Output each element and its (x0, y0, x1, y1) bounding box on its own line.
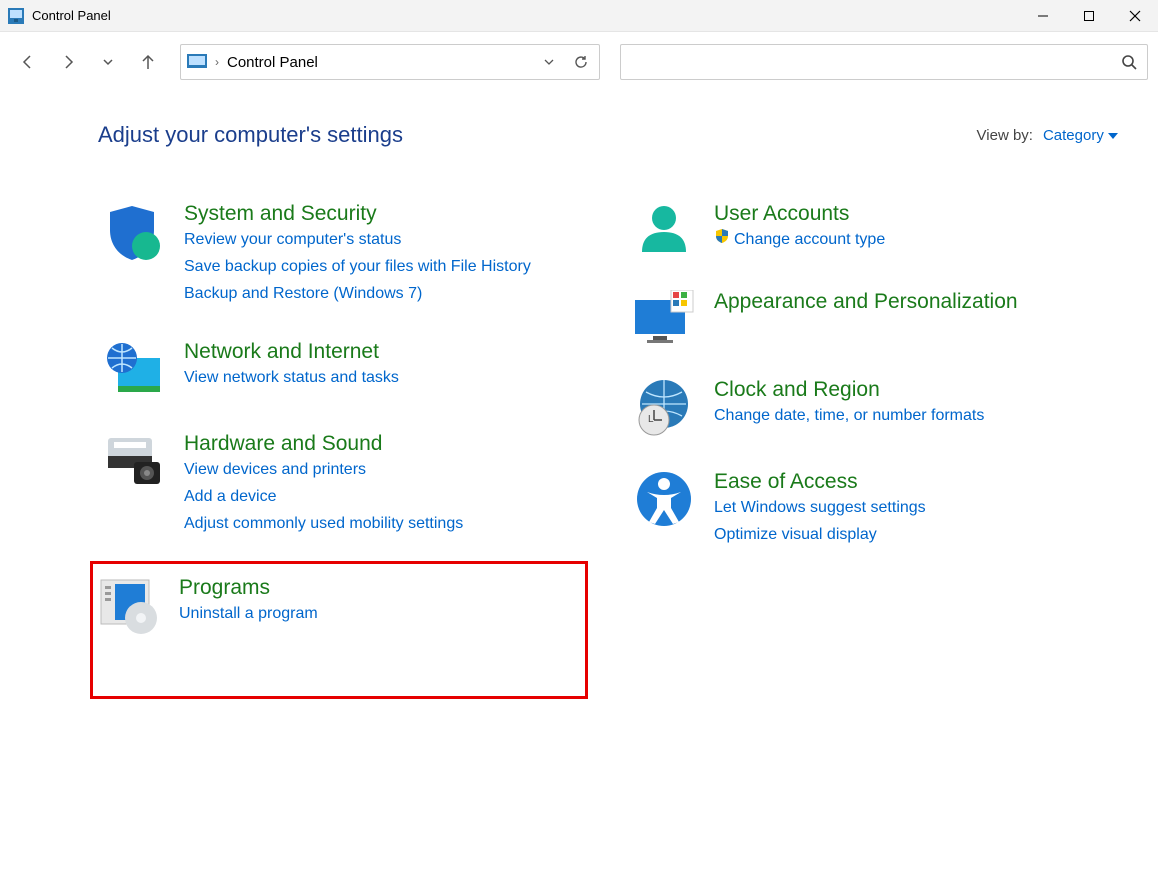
category-programs: Programs Uninstall a program (90, 561, 588, 699)
category-title-programs[interactable]: Programs (179, 576, 270, 599)
forward-button[interactable] (50, 44, 86, 80)
page-heading: Adjust your computer's settings (98, 122, 403, 148)
category-title-user-accounts[interactable]: User Accounts (714, 202, 849, 225)
category-title-ease-of-access[interactable]: Ease of Access (714, 470, 858, 493)
right-column: User Accounts Change account type (628, 198, 1118, 723)
category-ease-of-access: Ease of Access Let Windows suggest setti… (628, 466, 1118, 552)
link-review-status[interactable]: Review your computer's status (184, 226, 584, 253)
breadcrumb-separator-icon: › (215, 55, 219, 69)
category-appearance: Appearance and Personalization (628, 286, 1118, 350)
category-system-security: System and Security Review your computer… (98, 198, 588, 312)
category-title-network[interactable]: Network and Internet (184, 340, 379, 363)
view-by-control[interactable]: View by: Category (977, 127, 1118, 144)
link-date-time-formats[interactable]: Change date, time, or number formats (714, 402, 1114, 429)
up-button[interactable] (130, 44, 166, 80)
printer-camera-icon (102, 432, 166, 538)
link-mobility-settings[interactable]: Adjust commonly used mobility settings (184, 510, 584, 537)
address-dropdown-button[interactable] (537, 55, 561, 69)
category-title-system-security[interactable]: System and Security (184, 202, 377, 225)
shield-icon (102, 202, 166, 308)
back-button[interactable] (10, 44, 46, 80)
minimize-button[interactable] (1020, 0, 1066, 32)
search-icon[interactable] (1119, 54, 1139, 70)
control-panel-app-icon (8, 8, 24, 24)
nav-bar: › Control Panel (0, 32, 1158, 92)
globe-monitor-icon (102, 340, 166, 400)
maximize-button[interactable] (1066, 0, 1112, 32)
link-backup-restore[interactable]: Backup and Restore (Windows 7) (184, 280, 584, 307)
category-clock-region: L Clock and Region Change date, time, or… (628, 374, 1118, 442)
category-title-appearance[interactable]: Appearance and Personalization (714, 290, 1018, 313)
address-bar[interactable]: › Control Panel (180, 44, 600, 80)
link-network-status[interactable]: View network status and tasks (184, 364, 584, 391)
link-change-account-type[interactable]: Change account type (714, 226, 1114, 253)
left-column: System and Security Review your computer… (98, 198, 588, 723)
category-title-clock[interactable]: Clock and Region (714, 378, 880, 401)
close-button[interactable] (1112, 0, 1158, 32)
link-optimize-visual[interactable]: Optimize visual display (714, 521, 1114, 548)
globe-clock-icon: L (632, 378, 696, 438)
uac-shield-icon (714, 226, 730, 253)
title-bar: Control Panel (0, 0, 1158, 32)
programs-icon (97, 576, 161, 636)
view-by-label: View by: (977, 127, 1033, 144)
refresh-button[interactable] (569, 54, 593, 70)
link-add-device[interactable]: Add a device (184, 483, 584, 510)
search-bar[interactable] (620, 44, 1148, 80)
search-input[interactable] (629, 45, 1119, 79)
control-panel-icon (187, 54, 207, 70)
category-network-internet: Network and Internet View network status… (98, 336, 588, 404)
monitor-colors-icon (632, 290, 696, 346)
breadcrumb-location[interactable]: Control Panel (227, 54, 318, 71)
svg-text:L: L (648, 414, 654, 425)
window-title: Control Panel (32, 8, 111, 23)
link-devices-printers[interactable]: View devices and printers (184, 456, 584, 483)
link-windows-suggest[interactable]: Let Windows suggest settings (714, 494, 1114, 521)
category-hardware-sound: Hardware and Sound View devices and prin… (98, 428, 588, 542)
content-area: Adjust your computer's settings View by:… (0, 92, 1158, 723)
link-file-history[interactable]: Save backup copies of your files with Fi… (184, 253, 584, 280)
user-icon (632, 202, 696, 258)
accessibility-icon (632, 470, 696, 548)
chevron-down-icon (1108, 127, 1118, 144)
category-title-hardware[interactable]: Hardware and Sound (184, 432, 382, 455)
recent-locations-button[interactable] (90, 44, 126, 80)
view-by-value[interactable]: Category (1043, 127, 1104, 144)
link-change-account-type-text: Change account type (734, 231, 885, 248)
category-user-accounts: User Accounts Change account type (628, 198, 1118, 262)
link-uninstall-program[interactable]: Uninstall a program (179, 600, 581, 627)
